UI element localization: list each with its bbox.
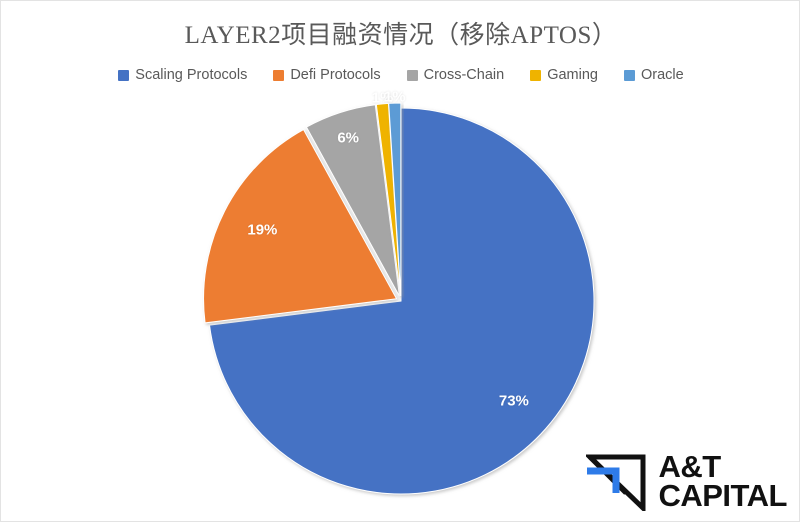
legend-item[interactable]: Oracle (623, 67, 684, 83)
pie-slice[interactable] (208, 107, 595, 495)
legend-item[interactable]: Gaming (530, 67, 598, 83)
brand-wordmark: A&T CAPITAL (658, 452, 787, 513)
chart-title: LAYER2项目融资情况（移除APTOS） (184, 22, 618, 49)
legend-item-label: Oracle (640, 67, 684, 83)
brand-logo: A&T CAPITAL (586, 452, 787, 513)
legend-item-label: Gaming (547, 67, 598, 83)
legend-item[interactable]: Cross-Chain (406, 67, 505, 83)
pie-slice-value-label: 1% (383, 88, 406, 106)
pie-slice[interactable] (305, 104, 400, 297)
legend-color-swatch (118, 69, 130, 81)
pie-chart-card: LAYER2项目融资情况（移除APTOS） Scaling Protocols D… (0, 0, 800, 522)
chart-legend: Scaling Protocols Defi Protocols Cross-Cha… (1, 67, 799, 83)
at-capital-triangle-icon (586, 454, 646, 511)
pie-slice[interactable] (375, 102, 402, 297)
legend-color-swatch (623, 69, 635, 81)
legend-color-swatch (273, 69, 285, 81)
pie-slice-value-label: 19% (247, 221, 278, 239)
legend-color-swatch (406, 69, 418, 81)
triangle-diagonal-icon (588, 455, 629, 495)
legend-item-label: Cross-Chain (423, 67, 505, 83)
brand-line-2: CAPITAL (658, 478, 787, 513)
pie-slice-value-label: 6% (337, 129, 360, 147)
legend-item-label: Scaling Protocols (135, 67, 248, 83)
legend-item-label: Defi Protocols (290, 67, 381, 83)
pie-slice[interactable] (203, 128, 398, 324)
legend-item[interactable]: Defi Protocols (273, 67, 381, 83)
pie-slice[interactable] (388, 102, 402, 297)
legend-item[interactable]: Scaling Protocols (118, 67, 247, 83)
pie-slice-value-label: 1% (371, 89, 394, 107)
pie-slice-value-label: 73% (498, 392, 529, 410)
pie-slices (203, 102, 595, 495)
legend-color-swatch (530, 69, 542, 81)
